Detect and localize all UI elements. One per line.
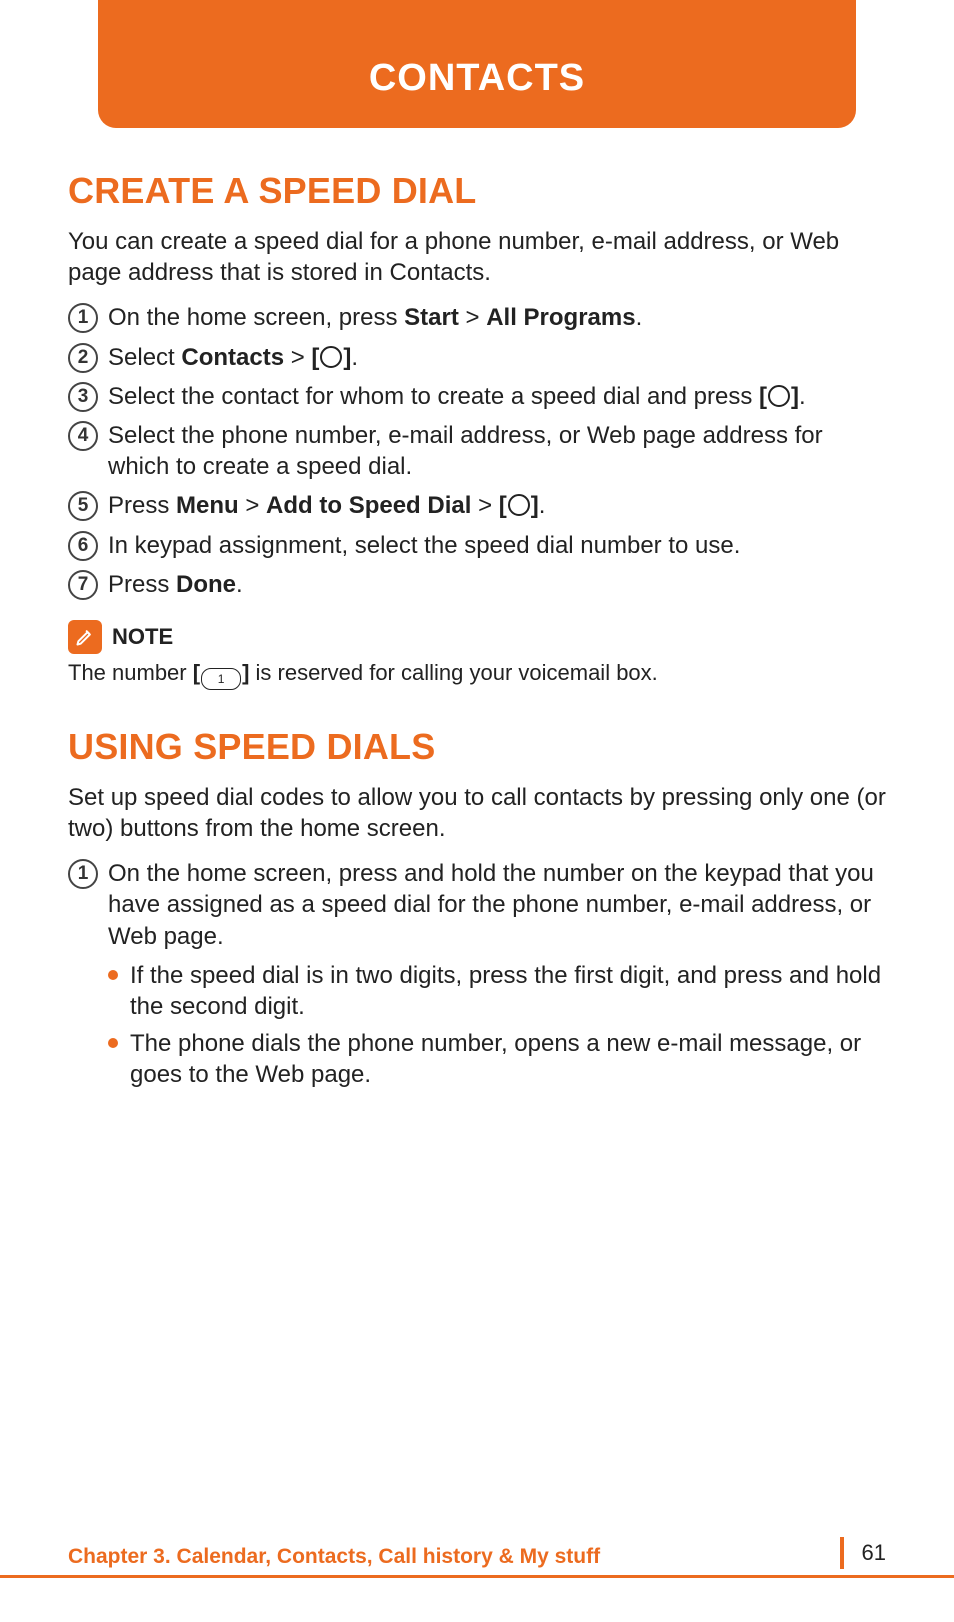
- chapter-label: Chapter 3. Calendar, Contacts, Call hist…: [68, 1545, 600, 1569]
- step-number-icon: 3: [68, 382, 98, 412]
- step-text: On the home screen, press Start > All Pr…: [108, 302, 642, 333]
- note-label: NOTE: [112, 624, 173, 650]
- step-number-icon: 4: [68, 421, 98, 451]
- step-text: Select Contacts > [].: [108, 342, 358, 373]
- step-text: On the home screen, press and hold the n…: [108, 858, 886, 952]
- step-2: 2 Select Contacts > [].: [68, 342, 886, 373]
- section-heading-create-speed-dial: CREATE A SPEED DIAL: [68, 170, 886, 212]
- keypad-one-icon: 1: [201, 668, 241, 690]
- step-1: 1 On the home screen, press Start > All …: [68, 302, 886, 333]
- step-text: Press Menu > Add to Speed Dial > [].: [108, 490, 545, 521]
- step-number-icon: 2: [68, 343, 98, 373]
- step-text: In keypad assignment, select the speed d…: [108, 530, 740, 561]
- section-heading-using-speed-dials: USING SPEED DIALS: [68, 726, 886, 768]
- page-footer: Chapter 3. Calendar, Contacts, Call hist…: [0, 1538, 954, 1578]
- ok-button-icon: [320, 346, 342, 368]
- note-header: NOTE: [68, 620, 886, 654]
- note-text: The number [1] is reserved for calling y…: [68, 658, 886, 690]
- step-number-icon: 1: [68, 303, 98, 333]
- chapter-tab-title: CONTACTS: [369, 57, 585, 100]
- list-item: If the speed dial is in two digits, pres…: [108, 960, 886, 1022]
- list-item: The phone dials the phone number, opens …: [108, 1028, 886, 1090]
- manual-page: CONTACTS CREATE A SPEED DIAL You can cre…: [0, 0, 954, 1622]
- chapter-tab: CONTACTS: [98, 0, 856, 128]
- section-intro: You can create a speed dial for a phone …: [68, 226, 886, 288]
- page-number-block: 61: [840, 1537, 886, 1575]
- steps-create-speed-dial: 1 On the home screen, press Start > All …: [68, 302, 886, 600]
- step-3: 3 Select the contact for whom to create …: [68, 381, 886, 412]
- page-number: 61: [862, 1540, 886, 1566]
- step-number-icon: 6: [68, 531, 98, 561]
- sub-bullet-list: If the speed dial is in two digits, pres…: [108, 960, 886, 1091]
- ok-button-icon: [768, 385, 790, 407]
- step-7: 7 Press Done.: [68, 569, 886, 600]
- step-number-icon: 7: [68, 570, 98, 600]
- step-1: 1 On the home screen, press and hold the…: [68, 858, 886, 952]
- step-text: Press Done.: [108, 569, 243, 600]
- step-4: 4 Select the phone number, e-mail addres…: [68, 420, 886, 482]
- step-5: 5 Press Menu > Add to Speed Dial > [].: [68, 490, 886, 521]
- step-number-icon: 1: [68, 859, 98, 889]
- step-text: Select the contact for whom to create a …: [108, 381, 806, 412]
- ok-button-icon: [508, 494, 530, 516]
- section-intro: Set up speed dial codes to allow you to …: [68, 782, 886, 844]
- step-6: 6 In keypad assignment, select the speed…: [68, 530, 886, 561]
- step-number-icon: 5: [68, 491, 98, 521]
- note-pencil-icon: [68, 620, 102, 654]
- step-text: Select the phone number, e-mail address,…: [108, 420, 886, 482]
- divider-icon: [840, 1537, 844, 1569]
- steps-using-speed-dials: 1 On the home screen, press and hold the…: [68, 858, 886, 952]
- page-content: CREATE A SPEED DIAL You can create a spe…: [68, 0, 886, 1091]
